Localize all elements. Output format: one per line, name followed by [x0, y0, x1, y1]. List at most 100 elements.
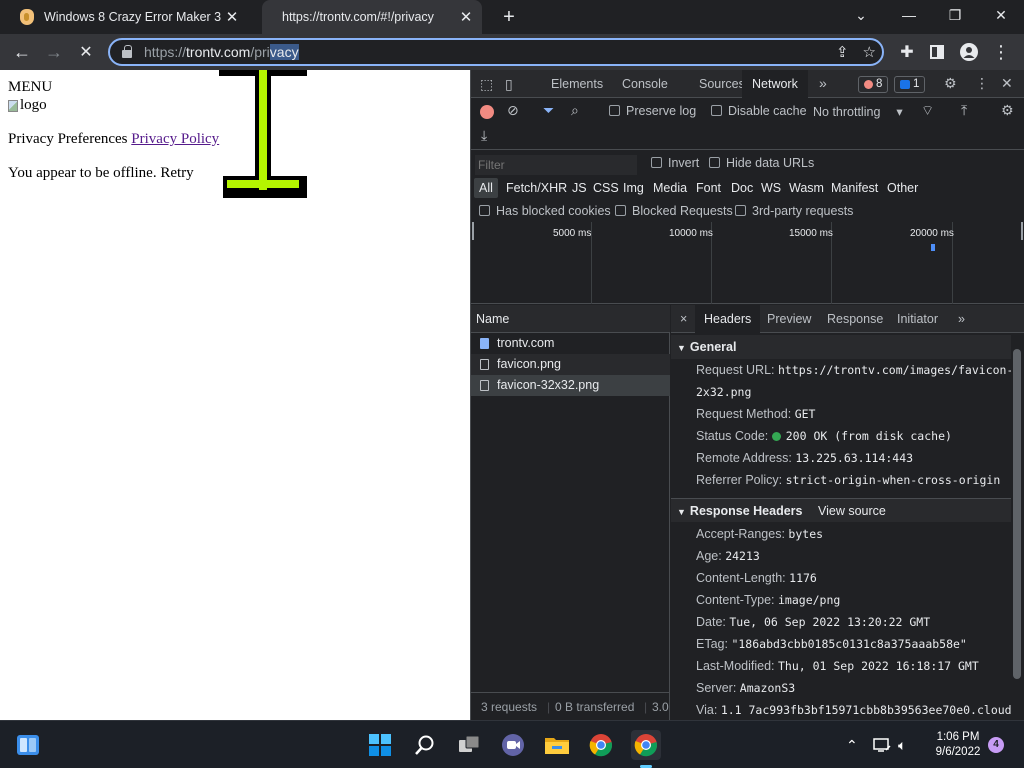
- type-filter-font[interactable]: Font: [691, 178, 726, 198]
- tab-headers[interactable]: Headers: [695, 305, 761, 333]
- type-filter-wasm[interactable]: Wasm: [784, 178, 829, 198]
- device-toolbar-icon[interactable]: ▯: [505, 76, 513, 93]
- profile-avatar-icon[interactable]: [956, 40, 982, 64]
- transferred-size: 0 B transferred: [555, 700, 635, 714]
- response-header-row: Accept-Ranges: bytes: [696, 527, 824, 541]
- filter-input[interactable]: [475, 155, 637, 175]
- privacy-policy-link[interactable]: Privacy Policy: [131, 131, 219, 147]
- browser-tab-error-maker[interactable]: Windows 8 Crazy Error Maker 3 c ✕: [8, 0, 248, 34]
- more-tabs-chevron-icon[interactable]: »: [819, 75, 827, 91]
- type-filter-all[interactable]: All: [474, 178, 498, 198]
- chrome-icon[interactable]: [587, 731, 615, 759]
- tab-response[interactable]: Response: [818, 305, 892, 333]
- forward-arrow-icon[interactable]: →: [41, 40, 67, 64]
- restore-button[interactable]: ❐: [932, 0, 978, 30]
- window-close-button[interactable]: ✕: [978, 0, 1024, 30]
- invert-checkbox[interactable]: Invert: [651, 156, 699, 170]
- status-code-row: Status Code: 200 OK (from disk cache): [696, 429, 952, 443]
- request-row[interactable]: trontv.com: [471, 333, 670, 354]
- devtools-menu-icon[interactable]: ⋮: [975, 75, 989, 92]
- message-count-badge[interactable]: 1: [894, 76, 926, 93]
- type-filter-ws[interactable]: WS: [756, 178, 786, 198]
- details-scrollbar-thumb[interactable]: [1013, 349, 1021, 679]
- new-tab-button[interactable]: +: [498, 6, 520, 28]
- minimize-button[interactable]: —: [886, 0, 932, 30]
- request-timing-bar: [931, 244, 935, 251]
- logo-alt-text: logo: [20, 97, 47, 113]
- type-filter-fetch-xhr[interactable]: Fetch/XHR: [501, 178, 572, 198]
- bookmark-star-icon[interactable]: ☆: [863, 43, 876, 61]
- tab-console[interactable]: Console: [612, 70, 678, 98]
- details-tab-bar: × Headers Preview Response Initiator »: [671, 305, 1024, 333]
- blocked-requests-checkbox[interactable]: Blocked Requests: [615, 204, 733, 218]
- volume-icon[interactable]: 🔈︎: [898, 721, 906, 768]
- tab-initiator[interactable]: Initiator: [888, 305, 947, 333]
- type-filter-img[interactable]: Img: [618, 178, 649, 198]
- export-har-icon[interactable]: ⤓: [481, 127, 487, 144]
- tab-elements[interactable]: Elements: [541, 70, 613, 98]
- chrome-active-icon[interactable]: [631, 730, 661, 760]
- browser-tab-privacy[interactable]: https://trontv.com/#!/privacy ✕: [262, 0, 482, 34]
- network-settings-gear-icon[interactable]: ⚙: [1001, 102, 1014, 119]
- back-arrow-icon[interactable]: ←: [9, 40, 35, 64]
- type-filter-media[interactable]: Media: [648, 178, 692, 198]
- start-windows-icon[interactable]: [366, 731, 394, 759]
- system-clock[interactable]: 1:06 PM 9/6/2022: [925, 730, 991, 760]
- error-icon: [864, 80, 873, 89]
- view-source-link[interactable]: View source: [818, 499, 886, 523]
- column-header-name[interactable]: Name: [471, 305, 670, 333]
- throttling-select[interactable]: No throttling ▾: [813, 104, 903, 119]
- tray-chevron-up-icon[interactable]: ⌃: [846, 721, 858, 768]
- record-icon[interactable]: [480, 105, 494, 119]
- type-filter-other[interactable]: Other: [882, 178, 923, 198]
- settings-gear-icon[interactable]: ⚙: [944, 75, 957, 92]
- menu-text[interactable]: MENU: [8, 79, 52, 96]
- extensions-puzzle-icon[interactable]: ✚: [894, 40, 920, 64]
- response-headers-section-header[interactable]: ▼ Response Headers View source: [671, 498, 1011, 522]
- general-section-header[interactable]: ▼ General: [671, 335, 1011, 359]
- error-count-badge[interactable]: 8: [858, 76, 889, 93]
- third-party-requests-checkbox[interactable]: 3rd-party requests: [735, 204, 853, 218]
- disable-cache-checkbox[interactable]: Disable cache: [711, 104, 807, 118]
- preserve-log-checkbox[interactable]: Preserve log: [609, 104, 696, 118]
- request-row[interactable]: favicon.png: [471, 354, 670, 375]
- type-filter-manifest[interactable]: Manifest: [826, 178, 883, 198]
- tab-preview[interactable]: Preview: [758, 305, 820, 333]
- close-icon[interactable]: ✕: [222, 7, 242, 27]
- import-har-icon[interactable]: ⤒: [961, 102, 967, 119]
- teams-chat-icon[interactable]: [499, 731, 527, 759]
- has-blocked-cookies-checkbox[interactable]: Has blocked cookies: [479, 204, 611, 218]
- notification-count-badge[interactable]: 4: [988, 737, 1004, 753]
- inspect-element-icon[interactable]: ⬚: [480, 76, 493, 93]
- response-header-row: Date: Tue, 06 Sep 2022 13:20:22 GMT: [696, 615, 931, 629]
- close-icon[interactable]: ✕: [456, 7, 476, 27]
- address-bar[interactable]: https://trontv.com/privacy ⇪ ☆: [108, 38, 884, 66]
- widgets-icon[interactable]: [14, 731, 42, 759]
- url-text[interactable]: https://trontv.com/privacy: [144, 44, 299, 60]
- network-icon[interactable]: [873, 721, 891, 768]
- network-overview-timeline[interactable]: 5000 ms 10000 ms 15000 ms 20000 ms: [471, 222, 1024, 304]
- tab-search-icon[interactable]: ⌄: [838, 0, 884, 30]
- search-icon[interactable]: [411, 731, 439, 759]
- resources-size: 3.0: [652, 700, 669, 714]
- lock-icon[interactable]: [122, 45, 132, 58]
- type-filter-doc[interactable]: Doc: [726, 178, 758, 198]
- request-row-selected[interactable]: favicon-32x32.png: [471, 375, 670, 396]
- more-tabs-chevron-icon[interactable]: »: [949, 305, 974, 333]
- side-panel-icon[interactable]: [924, 40, 950, 64]
- share-icon[interactable]: ⇪: [836, 43, 849, 61]
- hide-data-urls-checkbox[interactable]: Hide data URLs: [709, 156, 814, 170]
- search-icon[interactable]: ⌕: [571, 102, 579, 119]
- task-view-icon[interactable]: [455, 731, 483, 759]
- tab-network[interactable]: Network: [742, 70, 808, 98]
- clear-icon[interactable]: ⊘: [507, 102, 519, 119]
- browser-menu-icon[interactable]: ⋮: [988, 40, 1014, 64]
- network-summary-bar: 3 requests | 0 B transferred | 3.0: [471, 692, 670, 720]
- devtools-close-icon[interactable]: ✕: [1001, 75, 1013, 92]
- filter-funnel-icon[interactable]: ⏷: [543, 102, 554, 119]
- file-explorer-icon[interactable]: [543, 731, 571, 759]
- network-conditions-icon[interactable]: ⌔: [921, 102, 934, 120]
- stop-loading-icon[interactable]: ✕: [73, 40, 99, 64]
- privacy-preferences-text[interactable]: Privacy Preferences: [8, 131, 128, 147]
- close-details-icon[interactable]: ×: [671, 305, 696, 333]
